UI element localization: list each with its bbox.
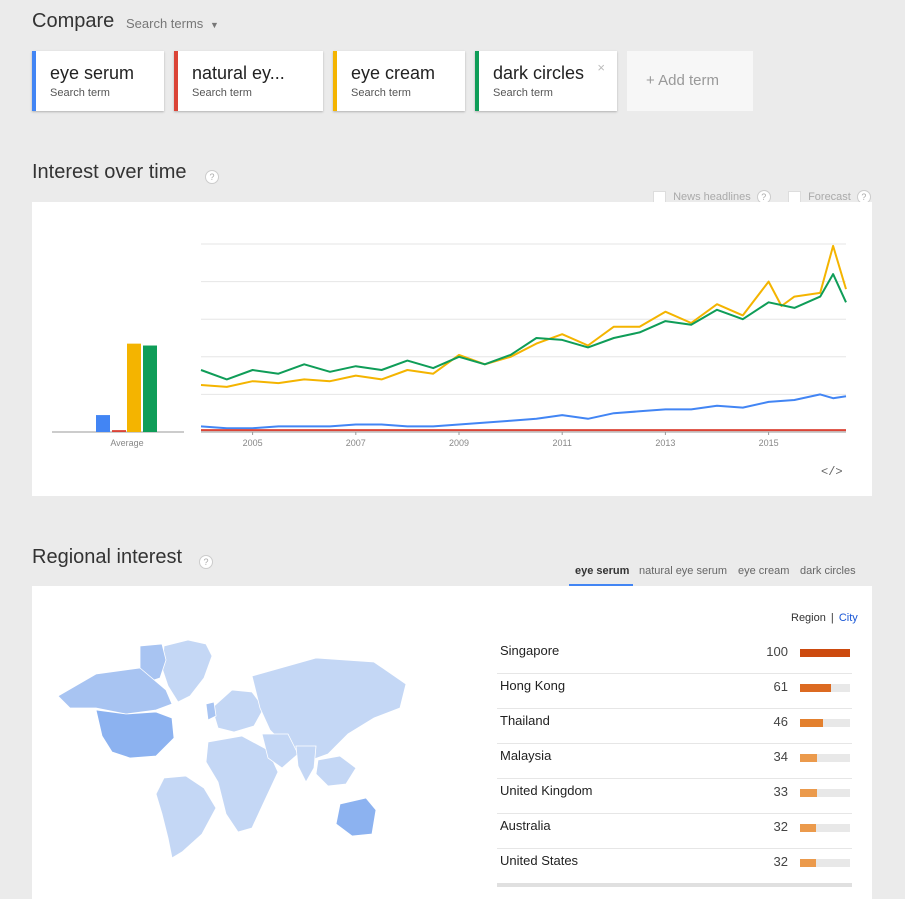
world-map <box>57 639 407 859</box>
term-color-bar <box>174 51 178 111</box>
region-row[interactable]: United Kingdom 33 <box>497 778 852 814</box>
region-value: 100 <box>766 644 788 659</box>
interest-chart-panel: Average 2005 2007 2009 2011 2013 2015 </> <box>32 202 872 496</box>
x-tick-label: 2007 <box>346 438 366 448</box>
region-bar-track <box>800 859 850 867</box>
term-card-dark-circles[interactable]: dark circles Search term × <box>475 51 617 111</box>
region-row[interactable]: United States 32 <box>497 848 852 884</box>
tab-natural-eye-serum[interactable]: natural eye serum <box>639 565 727 577</box>
x-tick-label: 2005 <box>243 438 263 448</box>
map-greenland <box>161 639 213 703</box>
region-bar-fill <box>800 684 831 692</box>
term-type: Search term <box>192 87 252 99</box>
search-terms-dropdown[interactable]: Search terms ▼ <box>126 16 219 31</box>
term-name: natural ey... <box>192 63 285 83</box>
region-name: United Kingdom <box>500 783 593 798</box>
map-southeast-asia <box>315 755 357 787</box>
region-name: Malaysia <box>500 748 552 763</box>
region-value: 34 <box>773 749 788 764</box>
term-name: eye serum <box>50 63 135 83</box>
region-row[interactable]: Australia 32 <box>497 813 852 849</box>
caret-down-icon: ▼ <box>209 20 219 30</box>
region-bar-track <box>800 789 850 797</box>
region-bar-track <box>800 719 850 727</box>
region-value: 32 <box>773 819 788 834</box>
region-bar-track <box>800 754 850 762</box>
term-color-bar <box>475 51 479 111</box>
term-card-natural-eye-serum[interactable]: natural ey... Search term <box>174 51 323 111</box>
region-name: Australia <box>500 818 551 833</box>
interest-chart: Average 2005 2007 2009 2011 2013 2015 <box>52 243 847 448</box>
region-value: 61 <box>773 679 788 694</box>
region-bar-fill <box>800 859 816 867</box>
region-bar-track <box>800 824 850 832</box>
region-value: 32 <box>773 854 788 869</box>
region-row[interactable]: Thailand 46 <box>497 708 852 744</box>
city-toggle[interactable]: City <box>839 612 858 624</box>
term-color-bar <box>32 51 36 111</box>
region-city-switch: Region | City <box>791 612 858 624</box>
term-card-eye-serum[interactable]: eye serum Search term <box>32 51 164 111</box>
map-south-america <box>155 775 217 859</box>
map-australia <box>335 797 377 837</box>
regional-interest-title: Regional interest <box>32 546 183 568</box>
add-term-button[interactable]: + Add term <box>627 51 753 111</box>
region-row[interactable]: Hong Kong 61 <box>497 673 852 709</box>
close-icon[interactable]: × <box>597 60 605 75</box>
region-bar-fill <box>800 824 816 832</box>
x-tick-label: 2011 <box>553 438 572 448</box>
region-bar-fill <box>800 649 850 657</box>
map-united-states <box>95 709 175 759</box>
map-europe <box>211 689 265 733</box>
series-line-eye-serum <box>200 393 847 430</box>
region-row[interactable]: Malaysia 34 <box>497 743 852 779</box>
region-bar-fill <box>800 754 817 762</box>
region-value: 33 <box>773 784 788 799</box>
term-card-eye-cream[interactable]: eye cream Search term <box>333 51 465 111</box>
region-bar-track <box>800 649 850 657</box>
average-bar <box>112 430 126 432</box>
interest-help-icon[interactable]: ? <box>205 167 219 185</box>
region-bar-fill <box>800 719 823 727</box>
region-value: 46 <box>773 714 788 729</box>
region-bar-fill <box>800 789 817 797</box>
embed-code-icon[interactable]: </> <box>821 465 843 479</box>
region-bar-track <box>800 684 850 692</box>
x-tick-label: 2013 <box>655 438 675 448</box>
compare-title: Compare <box>32 10 115 32</box>
term-type: Search term <box>493 87 553 99</box>
term-type: Search term <box>351 87 411 99</box>
search-terms-label: Search terms <box>126 16 204 31</box>
tab-eye-cream[interactable]: eye cream <box>738 565 789 577</box>
term-color-bar <box>333 51 337 111</box>
interest-over-time-title: Interest over time <box>32 161 187 183</box>
average-bar <box>127 343 141 432</box>
region-name: United States <box>500 853 579 868</box>
regional-help-icon[interactable]: ? <box>199 552 213 570</box>
tab-dark-circles[interactable]: dark circles <box>800 565 856 577</box>
table-scroll-edge <box>497 883 852 887</box>
region-name: Thailand <box>500 713 550 728</box>
x-tick-label: 2009 <box>449 438 469 448</box>
region-row[interactable]: Singapore 100 <box>497 638 852 674</box>
term-name: eye cream <box>351 63 436 83</box>
map-india <box>295 745 317 783</box>
tab-eye-serum[interactable]: eye serum <box>575 565 629 577</box>
region-toggle[interactable]: Region <box>791 612 826 624</box>
average-label: Average <box>110 438 143 448</box>
region-name: Hong Kong <box>500 678 566 693</box>
separator: | <box>830 612 834 624</box>
average-bar <box>96 415 110 432</box>
region-name: Singapore <box>500 643 560 658</box>
term-type: Search term <box>50 87 110 99</box>
series-line-dark-circles <box>200 273 847 381</box>
x-tick-label: 2015 <box>759 438 779 448</box>
average-bar <box>143 345 157 432</box>
